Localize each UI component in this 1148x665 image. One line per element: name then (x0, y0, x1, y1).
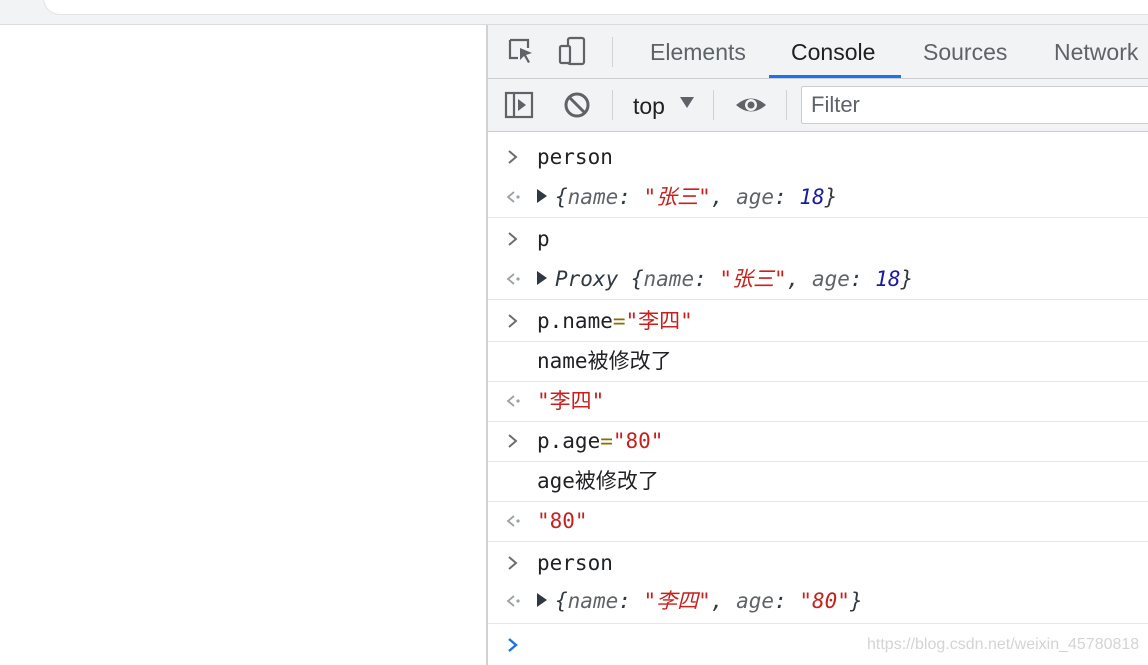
return-arrow-icon (506, 273, 520, 285)
clear-console-icon[interactable] (562, 90, 592, 120)
input-chevron-icon (508, 556, 518, 570)
console-input-text: p.name="李四" (537, 309, 693, 333)
return-value: "李四" (537, 389, 605, 413)
log-message: age被修改了 (537, 469, 659, 493)
input-chevron-icon (508, 150, 518, 164)
console-input-text: p.age="80" (537, 429, 664, 453)
expand-triangle-icon[interactable] (537, 189, 547, 203)
console-log-line: name被修改了 (488, 341, 1148, 381)
input-chevron-icon (508, 434, 518, 448)
console-result-line[interactable]: {name: "李四", age: "80"} (488, 581, 1148, 621)
message-divider (488, 541, 1148, 542)
address-bar[interactable] (44, 0, 1148, 14)
devtools-panel: Elements Console Sources Network top Fil… (486, 25, 1148, 665)
return-arrow-icon (506, 395, 520, 407)
live-expression-eye-icon[interactable] (734, 90, 768, 120)
proxy-preview[interactable]: Proxy {name: "张三", age: 18} (537, 259, 913, 299)
prompt-chevron-icon (508, 638, 518, 652)
console-input-line: p.name="李四" (488, 301, 1148, 341)
inspect-element-icon[interactable] (506, 36, 536, 66)
filter-input[interactable] (801, 86, 1148, 124)
devtools-tabbar: Elements Console Sources Network (488, 25, 1148, 79)
input-chevron-icon (508, 232, 518, 246)
console-log-line: age被修改了 (488, 461, 1148, 501)
tab-elements[interactable]: Elements (650, 25, 746, 78)
toolbar-divider (713, 90, 714, 120)
log-message: name被修改了 (537, 349, 672, 373)
tab-sources[interactable]: Sources (923, 25, 1007, 78)
object-preview[interactable]: {name: "李四", age: "80"} (537, 581, 863, 621)
console-input-line: p.age="80" (488, 421, 1148, 461)
toolbar-divider (612, 37, 613, 67)
console-result-line[interactable]: {name: "张三", age: 18} (488, 177, 1148, 217)
console-input-line: person (488, 543, 1148, 583)
return-value: "80" (537, 509, 588, 533)
return-arrow-icon (506, 191, 520, 203)
show-sidebar-icon[interactable] (504, 90, 534, 120)
input-chevron-icon (508, 314, 518, 328)
console-input-text: person (537, 145, 613, 169)
console-output: person {name: "张三", age: 18} p Proxy {na… (488, 132, 1148, 665)
console-input-line: person (488, 137, 1148, 177)
expand-triangle-icon[interactable] (537, 271, 547, 285)
console-result-line[interactable]: Proxy {name: "张三", age: 18} (488, 259, 1148, 299)
object-preview[interactable]: {name: "张三", age: 18} (537, 177, 837, 217)
message-divider (488, 217, 1148, 218)
tab-console[interactable]: Console (791, 25, 875, 78)
return-arrow-icon (506, 515, 520, 527)
message-divider (488, 299, 1148, 300)
console-result-line: "80" (488, 501, 1148, 541)
browser-top-bar (0, 0, 1148, 25)
expand-triangle-icon[interactable] (537, 593, 547, 607)
tab-network[interactable]: Network (1054, 25, 1138, 78)
console-toolbar: top (488, 79, 1148, 132)
context-selector[interactable]: top (633, 79, 665, 131)
console-input-line: p (488, 219, 1148, 259)
console-input-text: p (537, 227, 550, 251)
toolbar-divider (612, 90, 613, 120)
console-result-line: "李四" (488, 381, 1148, 421)
console-input-text: person (537, 551, 613, 575)
message-divider (488, 623, 1148, 624)
page-viewport (0, 25, 486, 665)
context-dropdown-icon[interactable] (680, 97, 694, 108)
active-tab-indicator (769, 75, 901, 78)
toolbar-divider (786, 90, 787, 120)
return-arrow-icon (506, 595, 520, 607)
device-toolbar-icon[interactable] (558, 36, 588, 66)
watermark-text: https://blog.csdn.net/weixin_45780818 (867, 636, 1140, 653)
